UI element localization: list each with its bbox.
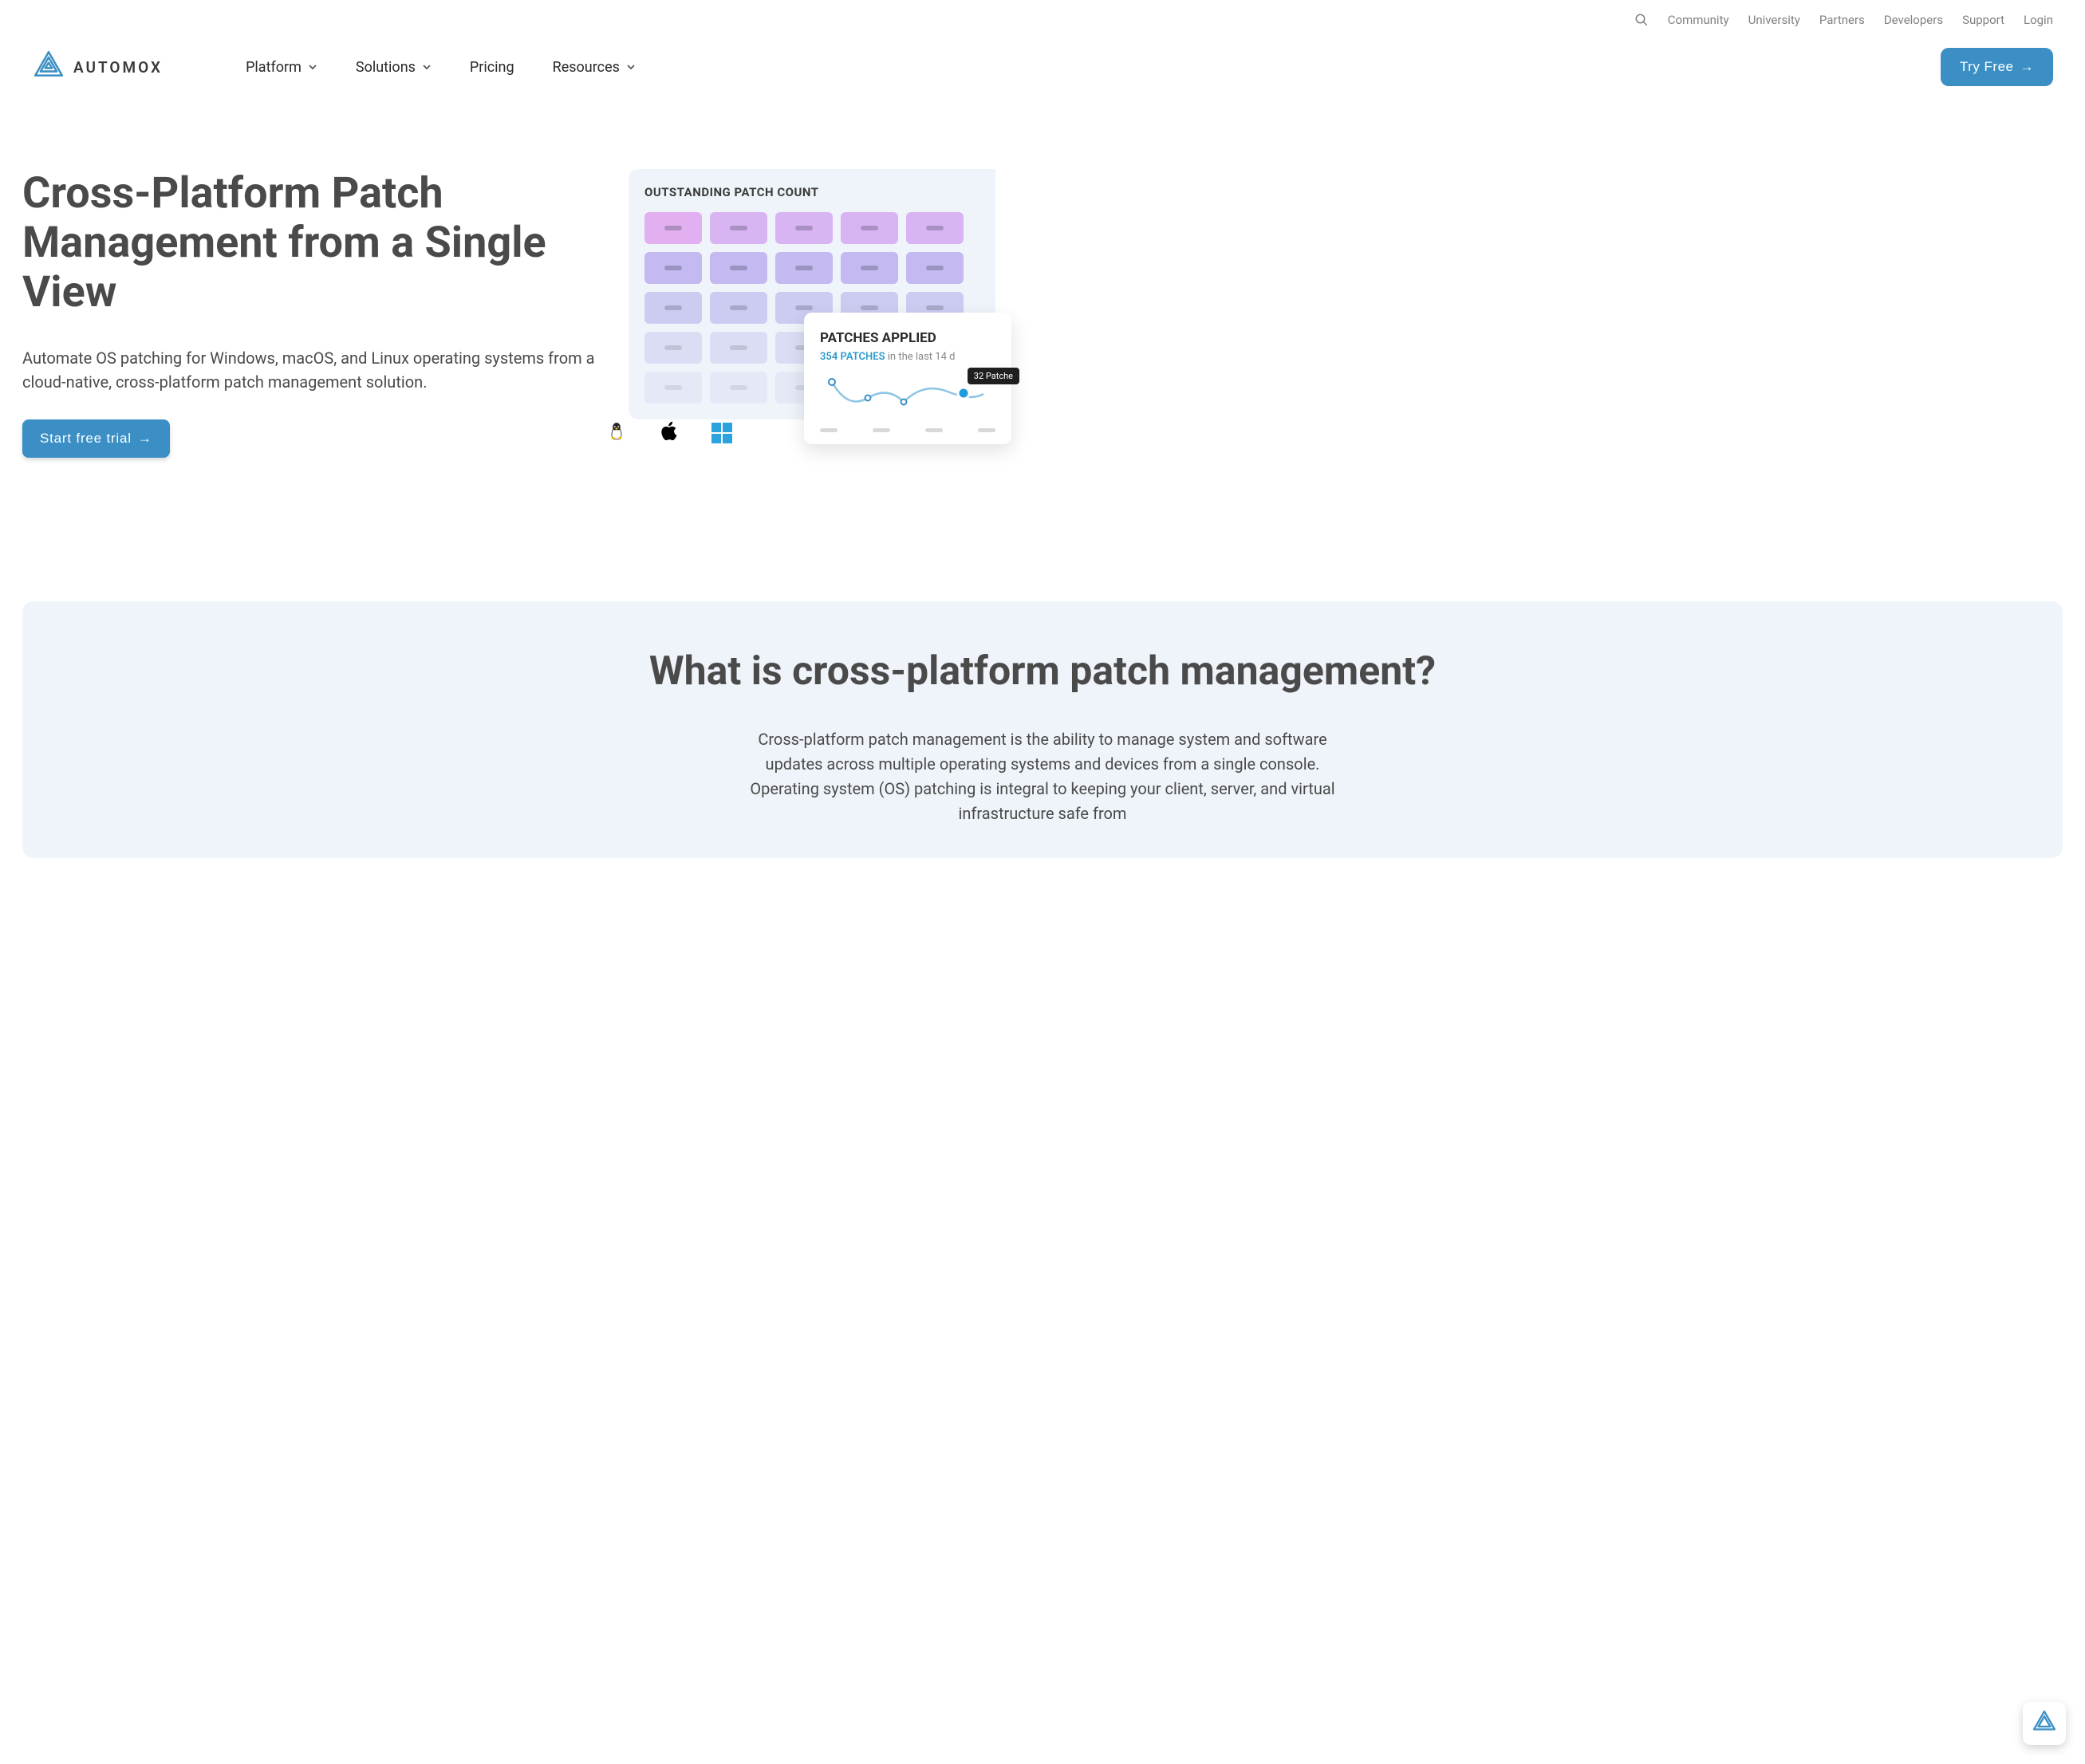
arrow-right-icon: →	[138, 431, 152, 447]
hero-section: Cross-Platform Patch Management from a S…	[0, 105, 2085, 490]
try-free-button[interactable]: Try Free →	[1941, 48, 2053, 86]
what-is-section: What is cross-platform patch management?…	[22, 601, 2063, 858]
button-label: Start free trial	[40, 431, 132, 447]
top-link-developers[interactable]: Developers	[1884, 13, 1943, 27]
top-link-login[interactable]: Login	[2024, 13, 2053, 27]
chart-x-ticks	[820, 428, 995, 432]
utility-nav: Community University Partners Developers…	[0, 0, 2085, 33]
nav-solutions[interactable]: Solutions	[356, 59, 432, 76]
os-icons-row	[606, 421, 732, 445]
patches-meta: 354 PATCHES in the last 14 d	[820, 351, 995, 363]
logo-icon	[32, 49, 65, 85]
apple-icon	[659, 421, 680, 445]
chart-tooltip: 32 Patche	[968, 368, 1019, 384]
card-title: OUTSTANDING PATCH COUNT	[644, 185, 995, 199]
linux-icon	[606, 421, 627, 445]
nav-label: Resources	[553, 59, 620, 76]
sparkline-chart: 32 Patche	[820, 374, 995, 430]
patches-count: 354 PATCHES	[820, 351, 885, 363]
section-body: Cross-platform patch management is the a…	[747, 727, 1338, 826]
chevron-down-icon	[422, 59, 432, 76]
nav-label: Pricing	[470, 59, 514, 76]
section-heading: What is cross-platform patch management?	[86, 649, 1999, 695]
logo[interactable]: AUTOMOX	[32, 49, 163, 85]
chevron-down-icon	[626, 59, 636, 76]
nav-links: Platform Solutions Pricing Resources	[246, 59, 636, 76]
nav-pricing[interactable]: Pricing	[470, 59, 514, 76]
top-link-partners[interactable]: Partners	[1819, 13, 1865, 27]
hero-title: Cross-Platform Patch Management from a S…	[22, 169, 597, 317]
arrow-right-icon: →	[2020, 59, 2035, 75]
nav-label: Platform	[246, 59, 302, 76]
logo-icon	[2031, 1708, 2058, 1738]
search-icon[interactable]	[1634, 13, 1649, 27]
hero-content: Cross-Platform Patch Management from a S…	[22, 169, 597, 458]
button-label: Try Free	[1960, 59, 2014, 75]
patches-window: in the last 14 d	[888, 351, 956, 363]
patches-applied-card: PATCHES APPLIED 354 PATCHES in the last …	[804, 313, 1011, 444]
top-link-university[interactable]: University	[1748, 13, 1800, 27]
windows-icon	[711, 423, 732, 443]
nav-label: Solutions	[356, 59, 416, 76]
nav-platform[interactable]: Platform	[246, 59, 317, 76]
primary-nav: AUTOMOX Platform Solutions Pricing Resou…	[0, 33, 2085, 105]
start-free-trial-button[interactable]: Start free trial →	[22, 419, 170, 458]
top-link-community[interactable]: Community	[1668, 13, 1729, 27]
chat-widget-button[interactable]	[2023, 1702, 2066, 1745]
card-title: PATCHES APPLIED	[820, 330, 995, 346]
logo-text: AUTOMOX	[73, 58, 163, 77]
top-link-support[interactable]: Support	[1962, 13, 2004, 27]
hero-illustration: OUTSTANDING PATCH COUNT PATCHES APPLIED …	[629, 169, 964, 419]
nav-resources[interactable]: Resources	[553, 59, 636, 76]
chevron-down-icon	[308, 59, 317, 76]
hero-subtitle: Automate OS patching for Windows, macOS,…	[22, 346, 597, 394]
